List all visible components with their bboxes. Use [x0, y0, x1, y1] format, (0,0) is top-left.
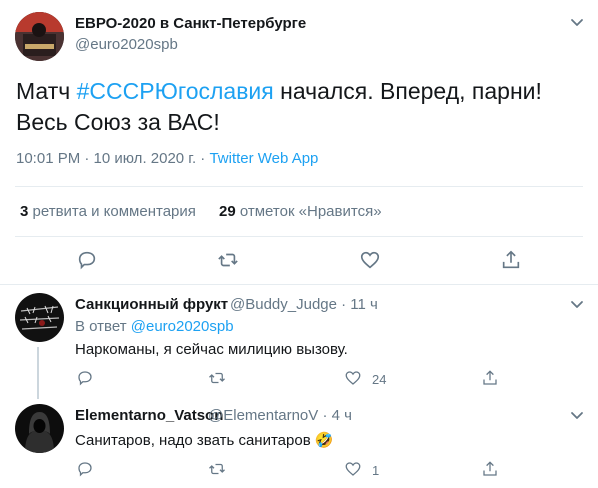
retweet-icon[interactable]	[208, 369, 226, 387]
divider	[15, 186, 583, 187]
retweets-stat[interactable]: 3 ретвита и комментария	[20, 203, 196, 220]
thread-line	[37, 347, 39, 399]
likes-count: 29	[219, 203, 236, 220]
like-count: 24	[372, 372, 387, 387]
reply-icon[interactable]	[76, 249, 98, 271]
reply-text: Наркоманы, я сейчас милицию вызову.	[75, 341, 348, 358]
author-handle[interactable]: @euro2020spb	[75, 36, 178, 53]
chevron-down-icon[interactable]	[569, 296, 585, 312]
hashtag-link[interactable]: #СССРЮгославия	[77, 78, 274, 104]
share-icon[interactable]	[500, 249, 522, 271]
reply-author-name[interactable]: Санкционный фрукт	[75, 296, 228, 313]
avatar[interactable]	[15, 293, 64, 342]
like-icon[interactable]	[344, 460, 362, 478]
reply-author-handle[interactable]: @ElementarnoV · 4 ч	[208, 407, 352, 424]
client-link[interactable]: Twitter Web App	[209, 150, 318, 167]
like-icon[interactable]	[344, 369, 362, 387]
likes-label: отметок «Нравится»	[235, 203, 382, 220]
share-icon[interactable]	[481, 460, 499, 478]
reply-author-handle[interactable]: @Buddy_Judge · 11 ч	[230, 296, 378, 313]
retweet-icon[interactable]	[217, 249, 239, 271]
reply-author-name[interactable]: Elementarno_Vatson	[75, 407, 223, 424]
list-item[interactable]: Elementarno_Vatson @ElementarnoV · 4 ч С…	[0, 395, 598, 488]
retweets-label: ретвита и комментария	[28, 203, 196, 220]
reply-to-prefix: В ответ	[75, 318, 131, 335]
divider	[15, 236, 583, 237]
tweet-text: Матч #СССРЮгославия начался. Вперед, пар…	[16, 76, 576, 138]
avatar[interactable]	[15, 12, 64, 61]
author-name[interactable]: ЕВРО-2020 в Санкт-Петербурге	[75, 15, 306, 32]
likes-stat[interactable]: 29 отметок «Нравится»	[219, 203, 382, 220]
reply-to: В ответ @euro2020spb	[75, 318, 234, 335]
reply-icon[interactable]	[76, 460, 94, 478]
tweet-text-prefix: Матч	[16, 78, 77, 104]
tweet-time[interactable]: 10:01 PM · 10 июл. 2020 г. ·	[16, 150, 209, 167]
avatar[interactable]	[15, 404, 64, 453]
chevron-down-icon[interactable]	[569, 407, 585, 423]
tweet-meta: 10:01 PM · 10 июл. 2020 г. · Twitter Web…	[16, 150, 318, 167]
share-icon[interactable]	[481, 369, 499, 387]
chevron-down-icon[interactable]	[569, 14, 585, 30]
reply-text: Санитаров, надо звать санитаров 🤣	[75, 432, 334, 449]
reply-to-link[interactable]: @euro2020spb	[131, 318, 234, 335]
reply-icon[interactable]	[76, 369, 94, 387]
retweet-icon[interactable]	[208, 460, 226, 478]
like-count: 1	[372, 463, 380, 478]
list-item[interactable]: Санкционный фрукт @Buddy_Judge · 11 ч В …	[0, 285, 598, 399]
like-icon[interactable]	[359, 249, 381, 271]
